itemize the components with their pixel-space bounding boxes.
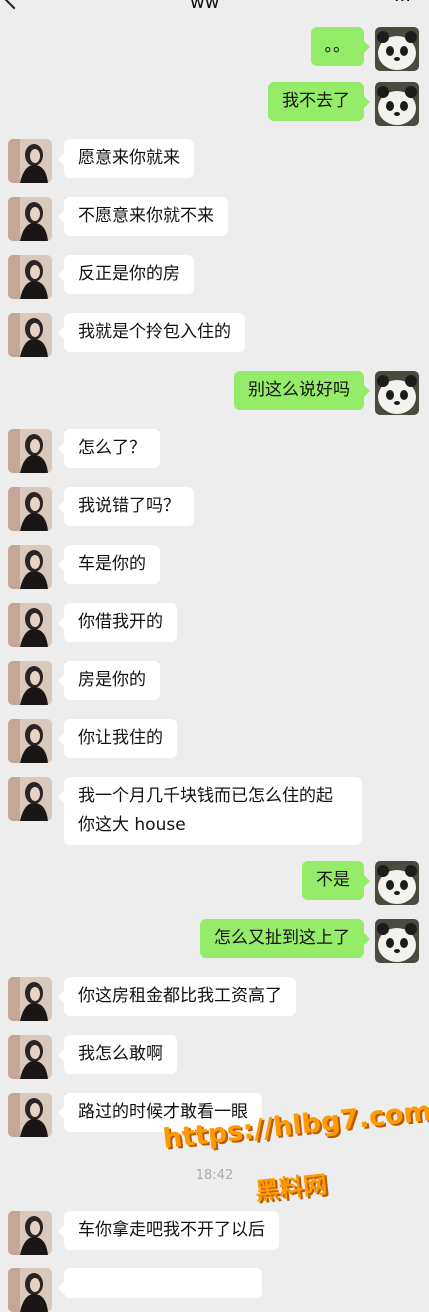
contact-avatar[interactable] xyxy=(8,545,52,589)
incoming-message-bubble[interactable]: 我怎么敢啊 xyxy=(58,1035,177,1074)
contact-avatar[interactable] xyxy=(8,197,52,241)
incoming-message-bubble[interactable]: 不愿意来你就不来 xyxy=(58,197,228,236)
outgoing-message-bubble[interactable]: 我不去了 xyxy=(268,82,370,121)
incoming-message-bubble[interactable]: 愿意来你就来 xyxy=(58,139,194,178)
incoming-message-bubble[interactable]: 车你拿走吧我不开了以后 xyxy=(58,1211,279,1250)
contact-avatar[interactable] xyxy=(8,1268,52,1312)
top-bar: ww ··· xyxy=(0,0,429,14)
contact-avatar[interactable] xyxy=(8,719,52,763)
incoming-message-bubble[interactable]: 反正是你的房 xyxy=(58,255,194,294)
outgoing-message-bubble[interactable]: 怎么又扯到这上了 xyxy=(200,919,370,958)
contact-avatar[interactable] xyxy=(8,603,52,647)
incoming-message-bubble[interactable]: 怎么了？ xyxy=(58,429,160,468)
incoming-message-bubble[interactable]: 房是你的 xyxy=(58,661,160,700)
my-avatar[interactable] xyxy=(375,82,419,126)
contact-avatar[interactable] xyxy=(8,1093,52,1137)
outgoing-message-bubble[interactable]: 。。 xyxy=(310,27,370,66)
contact-avatar[interactable] xyxy=(8,1035,52,1079)
contact-avatar[interactable] xyxy=(8,139,52,183)
my-avatar[interactable] xyxy=(375,371,419,415)
my-avatar[interactable] xyxy=(375,919,419,963)
incoming-message-bubble[interactable] xyxy=(58,1268,262,1298)
contact-avatar[interactable] xyxy=(8,313,52,357)
contact-avatar[interactable] xyxy=(8,977,52,1021)
incoming-message-bubble[interactable]: 车是你的 xyxy=(58,545,160,584)
incoming-message-bubble[interactable]: 你借我开的 xyxy=(58,603,177,642)
contact-avatar[interactable] xyxy=(8,255,52,299)
my-avatar[interactable] xyxy=(375,27,419,71)
message-timestamp: 18:42 xyxy=(195,1168,234,1183)
contact-avatar[interactable] xyxy=(8,661,52,705)
chat-title: ww xyxy=(190,0,220,13)
contact-avatar[interactable] xyxy=(8,487,52,531)
contact-avatar[interactable] xyxy=(8,429,52,473)
my-avatar[interactable] xyxy=(375,861,419,905)
watermark-site-name: 黑料网 xyxy=(253,1170,329,1206)
contact-avatar[interactable] xyxy=(8,1211,52,1255)
back-arrow-icon[interactable] xyxy=(2,0,26,10)
incoming-message-bubble[interactable]: 你让我住的 xyxy=(58,719,177,758)
incoming-message-bubble[interactable]: 你这房租金都比我工资高了 xyxy=(58,977,296,1016)
incoming-message-bubble[interactable]: 我就是个拎包入住的 xyxy=(58,313,245,352)
outgoing-message-bubble[interactable]: 别这么说好吗 xyxy=(234,371,370,410)
outgoing-message-bubble[interactable]: 不是 xyxy=(302,861,370,900)
contact-avatar[interactable] xyxy=(8,777,52,821)
more-options-icon[interactable]: ··· xyxy=(394,0,411,10)
incoming-message-bubble[interactable]: 我一个月几千块钱而已怎么住的起你这大 house xyxy=(58,777,362,845)
incoming-message-bubble[interactable]: 我说错了吗？ xyxy=(58,487,194,526)
